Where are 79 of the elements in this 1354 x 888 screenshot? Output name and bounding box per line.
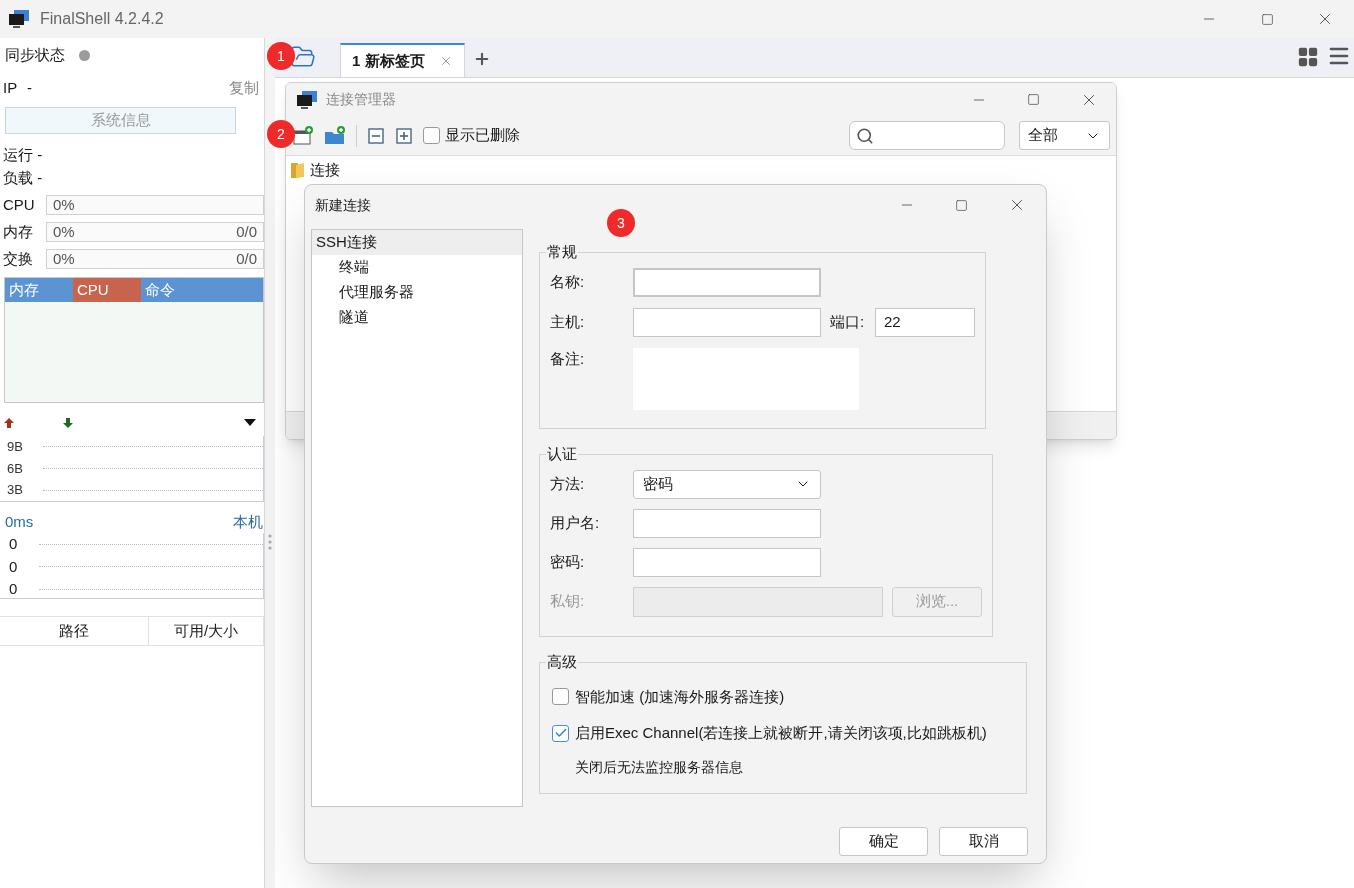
chart-scale-label: 6B <box>7 459 24 478</box>
meter-label: 交换 <box>3 248 34 269</box>
splitter-grip-icon[interactable] <box>268 534 272 550</box>
window-title: 连接管理器 <box>326 90 396 109</box>
meter-reading: 0% <box>53 194 75 215</box>
host-field[interactable] <box>633 307 821 337</box>
chart-scale-label: 0 <box>9 534 19 554</box>
app-icon <box>8 9 30 29</box>
process-tab[interactable]: CPU <box>73 278 141 302</box>
checkbox[interactable] <box>552 688 569 706</box>
checkbox-label: 显示已删除 <box>445 125 520 146</box>
field-label: 主机: <box>550 311 586 332</box>
field-label: 用户名: <box>550 512 601 533</box>
meter-reading: 0% <box>53 221 75 242</box>
search-icon <box>856 126 874 145</box>
ok-button[interactable]: 确定 <box>839 827 928 856</box>
field-label: 名称: <box>550 271 586 292</box>
chart-scale-label: 3B <box>7 481 24 500</box>
host-label: 本机 <box>233 511 263 532</box>
chart-scale-label: 0 <box>9 579 19 599</box>
dropdown-caret-icon[interactable] <box>244 419 256 427</box>
window-title: FinalShell 4.2.4.2 <box>40 9 164 29</box>
column-header[interactable]: 可用/大小 <box>149 617 264 645</box>
column-header[interactable]: 路径 <box>0 617 149 645</box>
checkbox[interactable] <box>552 724 569 742</box>
meter-label: 内存 <box>3 221 34 242</box>
filter-select[interactable]: 全部 <box>1019 121 1110 150</box>
sync-status-label: 同步状态 <box>5 44 65 65</box>
maximize-icon[interactable] <box>955 198 968 212</box>
grid-view-icon[interactable] <box>1297 46 1319 68</box>
meter-label: CPU <box>3 194 36 215</box>
maximize-icon[interactable] <box>1027 93 1040 106</box>
meter-total: 0/0 <box>236 248 257 269</box>
latency-value: 0ms <box>5 511 34 532</box>
tree-item[interactable]: 连接 <box>286 156 1116 184</box>
nav-item[interactable]: 代理服务器 <box>312 280 522 305</box>
nav-item[interactable]: 终端 <box>312 255 522 280</box>
nav-item[interactable]: 隧道 <box>312 305 522 330</box>
load-text: 负载 - <box>2 168 44 188</box>
field-label: 方法: <box>550 473 586 494</box>
field-label: 私钥: <box>550 591 586 612</box>
group-title: 高级 <box>546 652 578 672</box>
maximize-icon[interactable] <box>1260 12 1274 26</box>
method-select[interactable]: 密码 <box>633 469 821 499</box>
chart-scale-label: 0 <box>9 556 19 577</box>
group-title: 认证 <box>546 444 578 464</box>
username-field[interactable] <box>633 508 821 538</box>
meter-reading: 0% <box>53 248 75 269</box>
uptime-text: 运行 - <box>2 145 44 165</box>
group-title: 常规 <box>546 242 578 262</box>
option-note: 关闭后无法监控服务器信息 <box>574 757 744 777</box>
password-field[interactable] <box>633 547 821 577</box>
chart-scale-label: 9B <box>7 438 24 457</box>
meter-total: 0/0 <box>236 221 257 242</box>
field-label: 密码: <box>550 551 586 572</box>
name-field[interactable] <box>633 267 821 297</box>
upload-arrow-icon <box>3 417 15 429</box>
new-folder-icon[interactable] <box>324 125 346 146</box>
checkbox-label: 智能加速 (加速海外服务器连接) <box>575 686 785 707</box>
copy-link[interactable]: 复制 <box>229 76 259 100</box>
checkbox-label: 启用Exec Channel(若连接上就被断开,请关闭该项,比如跳板机) <box>575 723 987 743</box>
field-label: 端口: <box>830 311 866 332</box>
new-file-icon[interactable] <box>292 125 314 146</box>
folder-icon <box>290 161 306 179</box>
nav-item[interactable]: SSH连接 <box>312 230 522 255</box>
search-field[interactable] <box>849 121 1005 150</box>
field-label: 备注: <box>550 348 586 369</box>
private-key-field[interactable] <box>633 586 883 617</box>
port-field[interactable]: 22 <box>875 307 975 337</box>
app-icon <box>296 89 318 110</box>
dialog-title: 新建连接 <box>315 195 371 215</box>
checkbox[interactable] <box>423 127 440 144</box>
cancel-button[interactable]: 取消 <box>939 827 1028 856</box>
ip-label: IP <box>3 77 19 98</box>
collapse-icon[interactable] <box>367 126 385 145</box>
expand-icon[interactable] <box>395 126 413 145</box>
download-arrow-icon <box>62 417 74 429</box>
tab[interactable]: 1 新标签页 <box>340 43 465 77</box>
ip-value: - <box>27 77 32 98</box>
